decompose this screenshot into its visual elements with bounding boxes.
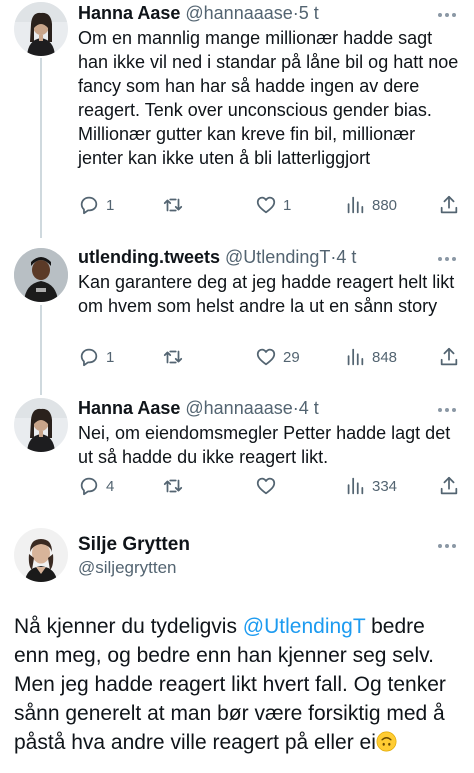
- action-bar: 4 334: [78, 475, 460, 499]
- reply-count: 4: [106, 477, 115, 495]
- view-count: 848: [372, 348, 398, 366]
- views-button[interactable]: 334: [344, 475, 397, 497]
- views-button[interactable]: 880: [344, 194, 397, 216]
- heart-icon: [256, 477, 276, 495]
- like-count: 29: [283, 348, 300, 366]
- reply-count: 1: [106, 196, 115, 214]
- more-dots-icon[interactable]: [436, 254, 458, 264]
- reply-icon: [80, 348, 98, 367]
- retweet-icon: [163, 350, 183, 364]
- timestamp[interactable]: 4 t: [299, 398, 319, 418]
- reply-button[interactable]: 1: [78, 346, 114, 368]
- author-handle[interactable]: @hannaaase: [185, 3, 292, 23]
- author-name[interactable]: utlending.tweets: [78, 247, 220, 267]
- tweet-text-part: Nå kjenner du tydeligvis: [14, 615, 243, 638]
- like-button[interactable]: 29: [255, 346, 300, 368]
- reply-icon: [80, 196, 98, 215]
- author-name[interactable]: Hanna Aase: [78, 398, 180, 418]
- author-handle[interactable]: @UtlendingT: [225, 247, 330, 267]
- views-chart-icon: [347, 477, 364, 495]
- tweet-text: Kan garantere deg at jeg hadde reagert h…: [78, 272, 455, 316]
- retweet-icon: [163, 479, 183, 493]
- timestamp[interactable]: 4 t: [336, 247, 356, 267]
- tweet-text: Nå kjenner du tydeligvis @UtlendingT bed…: [14, 612, 462, 757]
- retweet-button[interactable]: [162, 475, 190, 497]
- author-handle[interactable]: @siljegrytten: [78, 557, 190, 579]
- tweet-text: Nei, om eiendomsmegler Petter hadde lagt…: [78, 423, 451, 467]
- avatar[interactable]: [14, 2, 68, 56]
- like-button[interactable]: 1: [255, 194, 291, 216]
- avatar[interactable]: [14, 398, 68, 452]
- views-chart-icon: [347, 196, 364, 214]
- reply-count: 1: [106, 348, 115, 366]
- retweet-icon: [163, 198, 183, 212]
- views-chart-icon: [347, 348, 364, 366]
- reply-button[interactable]: 1: [78, 194, 114, 216]
- share-icon: [440, 195, 458, 214]
- heart-icon: [256, 348, 276, 366]
- share-button[interactable]: [438, 194, 460, 216]
- reply-button[interactable]: 4: [78, 475, 114, 497]
- upside-down-face-emoji: [376, 731, 397, 752]
- action-bar: 1 1 880: [78, 194, 460, 218]
- share-button[interactable]: [438, 475, 460, 497]
- views-button[interactable]: 848: [344, 346, 397, 368]
- retweet-button[interactable]: [162, 194, 190, 216]
- thread-line: [40, 58, 42, 238]
- view-count: 334: [372, 477, 398, 495]
- like-count: 1: [283, 196, 292, 214]
- retweet-button[interactable]: [162, 346, 190, 368]
- thread-line: [40, 305, 42, 395]
- share-icon: [440, 476, 458, 495]
- tweet-header: utlending.tweets @UtlendingT·4 t: [78, 246, 356, 268]
- heart-icon: [256, 196, 276, 214]
- main-author: Silje Grytten @siljegrytten: [78, 533, 190, 579]
- author-name[interactable]: Silje Grytten: [78, 533, 190, 557]
- more-dots-icon[interactable]: [436, 541, 458, 551]
- reply-icon: [80, 477, 98, 496]
- like-button[interactable]: [255, 475, 283, 497]
- timestamp[interactable]: 5 t: [299, 3, 319, 23]
- share-button[interactable]: [438, 346, 460, 368]
- author-name[interactable]: Hanna Aase: [78, 3, 180, 23]
- mention-link[interactable]: @UtlendingT: [243, 615, 366, 638]
- action-bar: 1 29 848: [78, 346, 460, 370]
- tweet-text: Om en mannlig mange millionær hadde sagt…: [78, 28, 459, 168]
- share-icon: [440, 347, 458, 366]
- avatar[interactable]: [14, 528, 68, 582]
- author-handle[interactable]: @hannaaase: [185, 398, 292, 418]
- more-dots-icon[interactable]: [436, 405, 458, 415]
- tweet-header: Hanna Aase @hannaaase·5 t: [78, 2, 319, 24]
- view-count: 880: [372, 196, 398, 214]
- avatar[interactable]: [14, 248, 68, 302]
- more-dots-icon[interactable]: [436, 10, 458, 20]
- tweet-header: Hanna Aase @hannaaase·4 t: [78, 397, 319, 419]
